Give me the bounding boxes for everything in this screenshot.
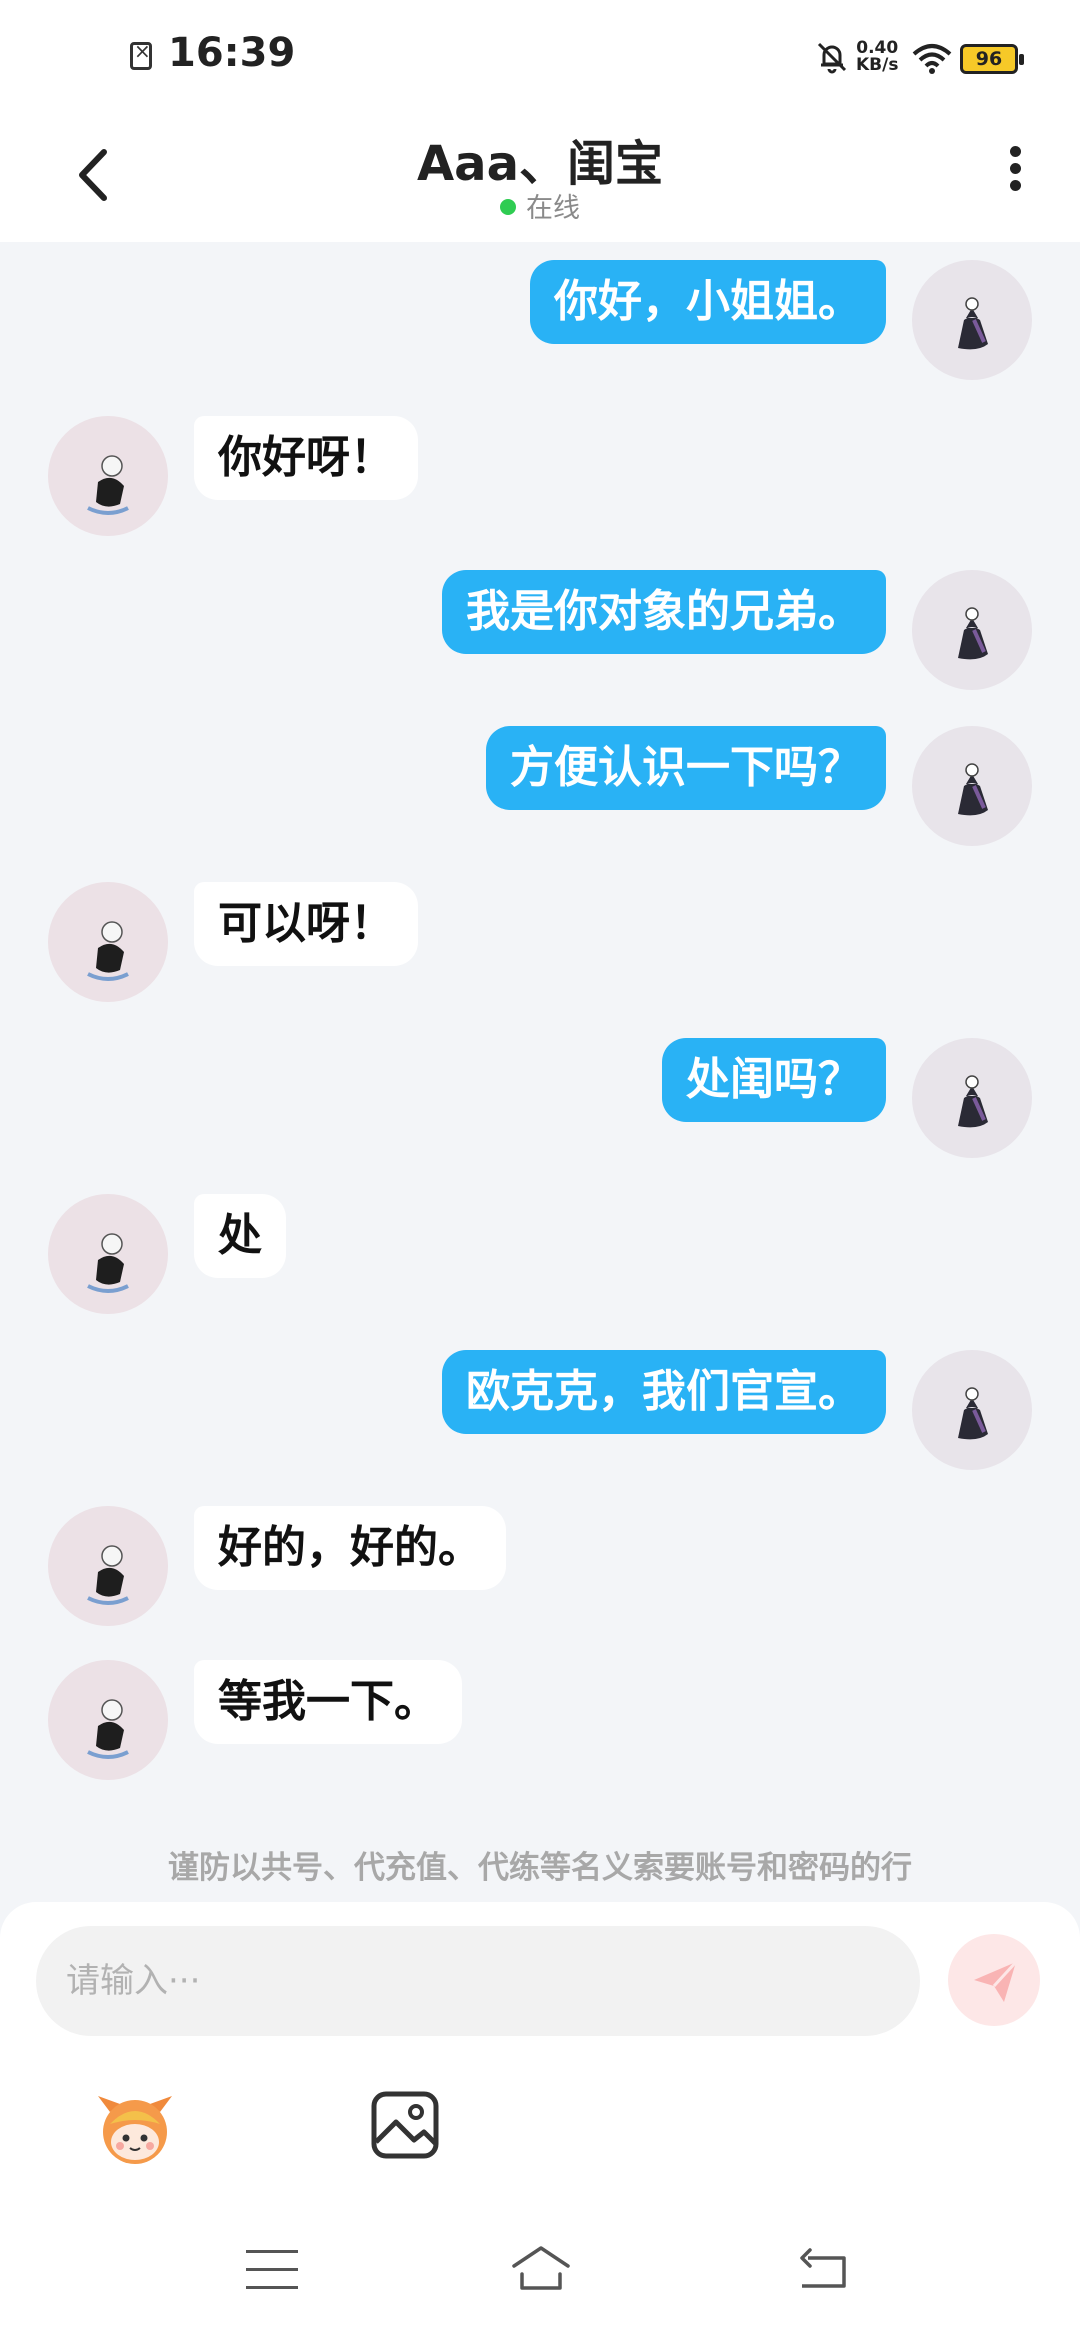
my-avatar[interactable]: [912, 260, 1032, 380]
home-icon[interactable]: [508, 2242, 574, 2296]
contact-avatar[interactable]: [48, 1194, 168, 1314]
battery-icon: 96: [960, 44, 1024, 74]
contact-avatar[interactable]: [48, 1506, 168, 1626]
send-icon: [974, 1960, 1018, 2002]
status-time: 16:39: [168, 30, 296, 76]
incoming-bubble[interactable]: 好的，好的。: [194, 1506, 506, 1590]
online-dot-icon: [500, 199, 516, 215]
mute-bell-icon: [817, 42, 847, 74]
back-icon[interactable]: [794, 2246, 852, 2294]
chat-header: Aaa、闺宝 在线: [0, 110, 1080, 242]
safety-notice: 谨防以共号、代充值、代练等名义索要账号和密码的行: [168, 1850, 912, 1886]
incoming-bubble[interactable]: 你好呀！: [194, 416, 418, 500]
emoji-icon[interactable]: [90, 2082, 180, 2172]
my-avatar[interactable]: [912, 1350, 1032, 1470]
my-avatar[interactable]: [912, 1038, 1032, 1158]
send-button[interactable]: [948, 1934, 1040, 2026]
system-nav-bar: [0, 2210, 1080, 2340]
outgoing-bubble[interactable]: 你好，小姐姐。: [530, 260, 886, 344]
outgoing-bubble[interactable]: 方便认识一下吗？: [486, 726, 886, 810]
image-icon[interactable]: [368, 2088, 442, 2162]
outgoing-bubble[interactable]: 我是你对象的兄弟。: [442, 570, 886, 654]
contact-avatar[interactable]: [48, 1660, 168, 1780]
my-avatar[interactable]: [912, 726, 1032, 846]
wifi-icon: [912, 44, 952, 74]
incoming-bubble[interactable]: 处: [194, 1194, 286, 1278]
outgoing-bubble[interactable]: 处闺吗？: [662, 1038, 886, 1122]
outgoing-bubble[interactable]: 欧克克，我们官宣。: [442, 1350, 886, 1434]
more-options-icon[interactable]: [990, 140, 1040, 210]
net-speed-unit: KB/s: [856, 55, 899, 75]
battery-level: 96: [975, 48, 1003, 70]
incoming-bubble[interactable]: 等我一下。: [194, 1660, 462, 1744]
sim-off-icon: [130, 39, 152, 70]
online-status: 在线: [0, 186, 1080, 225]
my-avatar[interactable]: [912, 570, 1032, 690]
contact-avatar[interactable]: [48, 882, 168, 1002]
online-status-label: 在线: [526, 193, 580, 224]
net-speed: 0.40 KB/s: [856, 40, 898, 74]
message-list[interactable]: 你好，小姐姐。 你好呀！ 我是你对象的兄弟。 方便认识一下吗？ 可以呀！ 处闺吗…: [0, 242, 1080, 1902]
contact-avatar[interactable]: [48, 416, 168, 536]
incoming-bubble[interactable]: 可以呀！: [194, 882, 418, 966]
message-input[interactable]: [36, 1926, 920, 2036]
status-bar: 16:39 0.40 KB/s 96: [0, 0, 1080, 110]
menu-icon[interactable]: [246, 2250, 298, 2290]
contact-name: Aaa、闺宝: [417, 136, 663, 192]
